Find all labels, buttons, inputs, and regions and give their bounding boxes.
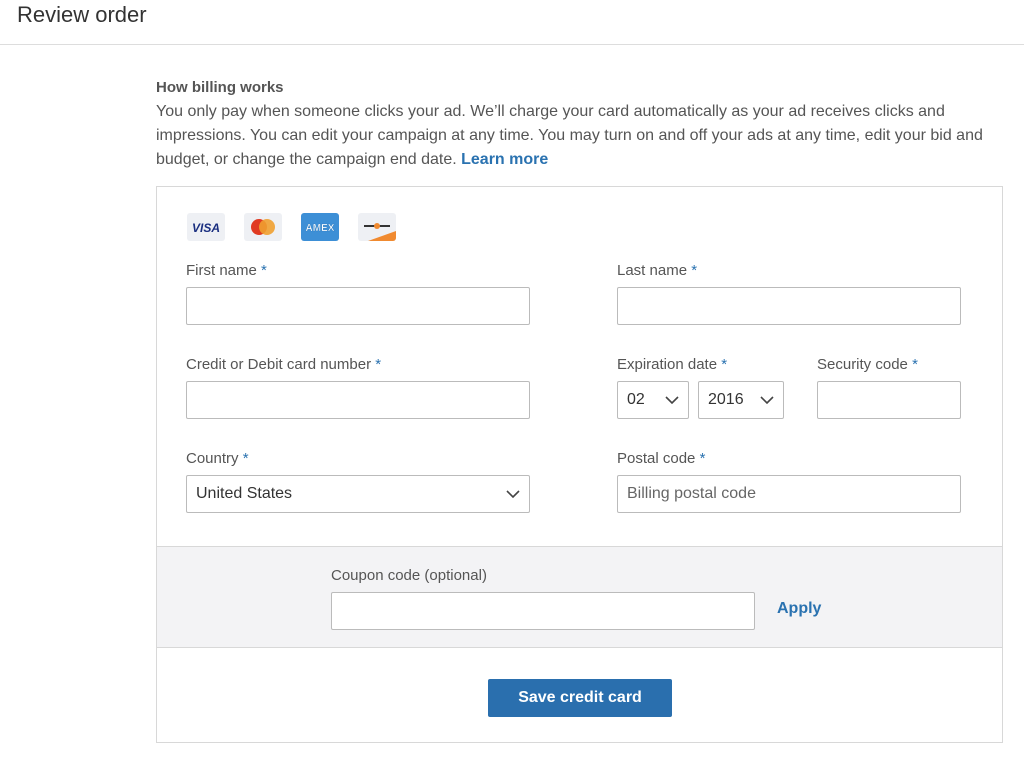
learn-more-link[interactable]: Learn more [461, 151, 548, 168]
postal-code-input[interactable]: Billing postal code [617, 475, 961, 513]
save-credit-card-button[interactable]: Save credit card [488, 679, 672, 717]
billing-heading: How billing works [156, 79, 284, 96]
first-name-input[interactable] [186, 287, 530, 325]
expiration-label: Expiration date * [617, 356, 728, 373]
expiration-year-select[interactable]: 2016 [698, 381, 784, 419]
page-header: Review order [0, 0, 1024, 45]
svg-text:AMEX: AMEX [306, 223, 335, 234]
last-name-label: Last name * [617, 262, 698, 279]
expiration-month-select[interactable]: 02 [617, 381, 689, 419]
postal-code-label: Postal code * [617, 450, 706, 467]
discover-icon [358, 213, 396, 241]
country-select[interactable]: United States [186, 475, 530, 513]
credit-card-form: VISA AMEX First name * Last name * Credi… [156, 186, 1003, 743]
svg-text:VISA: VISA [192, 221, 220, 235]
first-name-label: First name * [186, 262, 267, 279]
billing-info: How billing works You only pay when some… [156, 76, 996, 172]
card-number-input[interactable] [186, 381, 530, 419]
coupon-section: Coupon code (optional) Apply [157, 546, 1002, 648]
security-code-label: Security code * [817, 356, 918, 373]
mastercard-icon [244, 213, 282, 241]
card-number-label: Credit or Debit card number * [186, 356, 382, 373]
chevron-down-icon [760, 396, 774, 404]
security-code-input[interactable] [817, 381, 961, 419]
country-label: Country * [186, 450, 249, 467]
chevron-down-icon [506, 490, 520, 498]
page-title: Review order [17, 2, 147, 27]
visa-icon: VISA [187, 213, 225, 241]
billing-text: You only pay when someone clicks your ad… [156, 103, 983, 168]
chevron-down-icon [665, 396, 679, 404]
amex-icon: AMEX [301, 213, 339, 241]
last-name-input[interactable] [617, 287, 961, 325]
card-icons: VISA AMEX [187, 213, 396, 241]
apply-coupon-button[interactable]: Apply [777, 600, 821, 618]
coupon-input[interactable] [331, 592, 755, 630]
coupon-label: Coupon code (optional) [331, 567, 487, 584]
